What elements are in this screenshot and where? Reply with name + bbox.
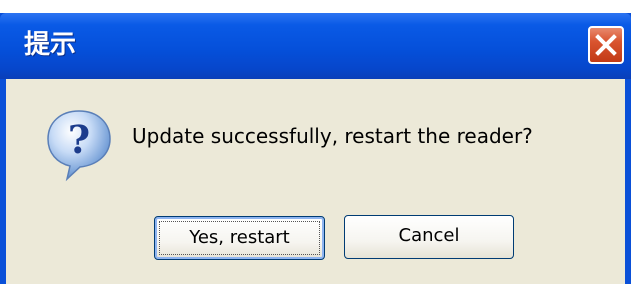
dialog-title: 提示 — [24, 30, 77, 60]
question-icon: ? — [40, 105, 118, 188]
title-bar[interactable]: 提示 — [0, 13, 631, 79]
close-button[interactable] — [588, 26, 624, 64]
cancel-label: Cancel — [398, 225, 460, 246]
dialog-message: Update successfully, restart the reader? — [132, 124, 533, 148]
svg-text:?: ? — [68, 117, 90, 162]
yes-restart-label: Yes, restart — [189, 227, 290, 248]
yes-restart-button[interactable]: Yes, restart — [154, 216, 325, 260]
close-icon — [595, 34, 617, 56]
cancel-button[interactable]: Cancel — [344, 215, 514, 259]
message-dialog: 提示 ? Update successfully, restart the re… — [0, 13, 631, 284]
